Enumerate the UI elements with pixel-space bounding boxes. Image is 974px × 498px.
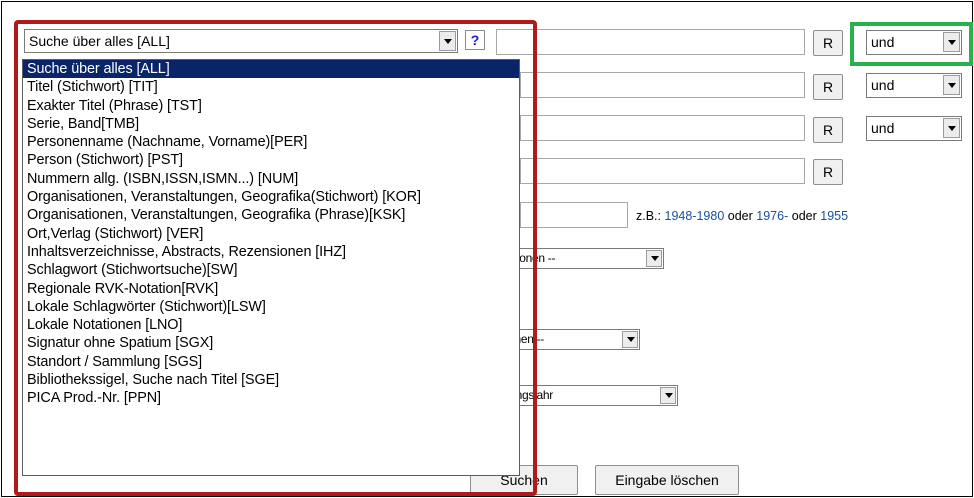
green-highlight-box (850, 22, 973, 66)
red-highlight-box (14, 20, 537, 496)
reset-row-1-button[interactable]: R (813, 30, 843, 56)
year-example-range-link[interactable]: 1948-1980 (665, 209, 725, 223)
search-term-input-2[interactable] (520, 72, 805, 98)
year-example-open-link[interactable]: 1976- (756, 209, 788, 223)
year-hint-or: oder (727, 209, 753, 223)
year-hint-or: oder (791, 209, 817, 223)
chevron-down-icon[interactable] (943, 75, 960, 95)
operator-select-2-value: und (871, 77, 895, 93)
year-example-single-link[interactable]: 1955 (820, 209, 848, 223)
chevron-down-icon[interactable] (622, 331, 638, 348)
reset-row-3-button[interactable]: R (813, 117, 843, 143)
operator-select-3[interactable]: und (866, 116, 962, 141)
year-hint: z.B.: 1948-1980 oder 1976- oder 1955 (636, 209, 848, 223)
chevron-down-icon[interactable] (646, 250, 662, 267)
chevron-down-icon[interactable] (660, 387, 676, 404)
year-hint-prefix: z.B.: (636, 209, 662, 223)
reset-row-2-button[interactable]: R (813, 74, 843, 100)
operator-select-3-value: und (871, 120, 895, 136)
clear-input-button[interactable]: Eingabe löschen (595, 465, 739, 495)
operator-select-2[interactable]: und (866, 73, 962, 98)
search-term-input-4[interactable] (520, 158, 805, 184)
reset-row-4-button[interactable]: R (813, 159, 843, 185)
search-term-input-3[interactable] (520, 115, 805, 141)
chevron-down-icon[interactable] (943, 118, 960, 138)
search-term-input-1[interactable] (496, 29, 805, 55)
